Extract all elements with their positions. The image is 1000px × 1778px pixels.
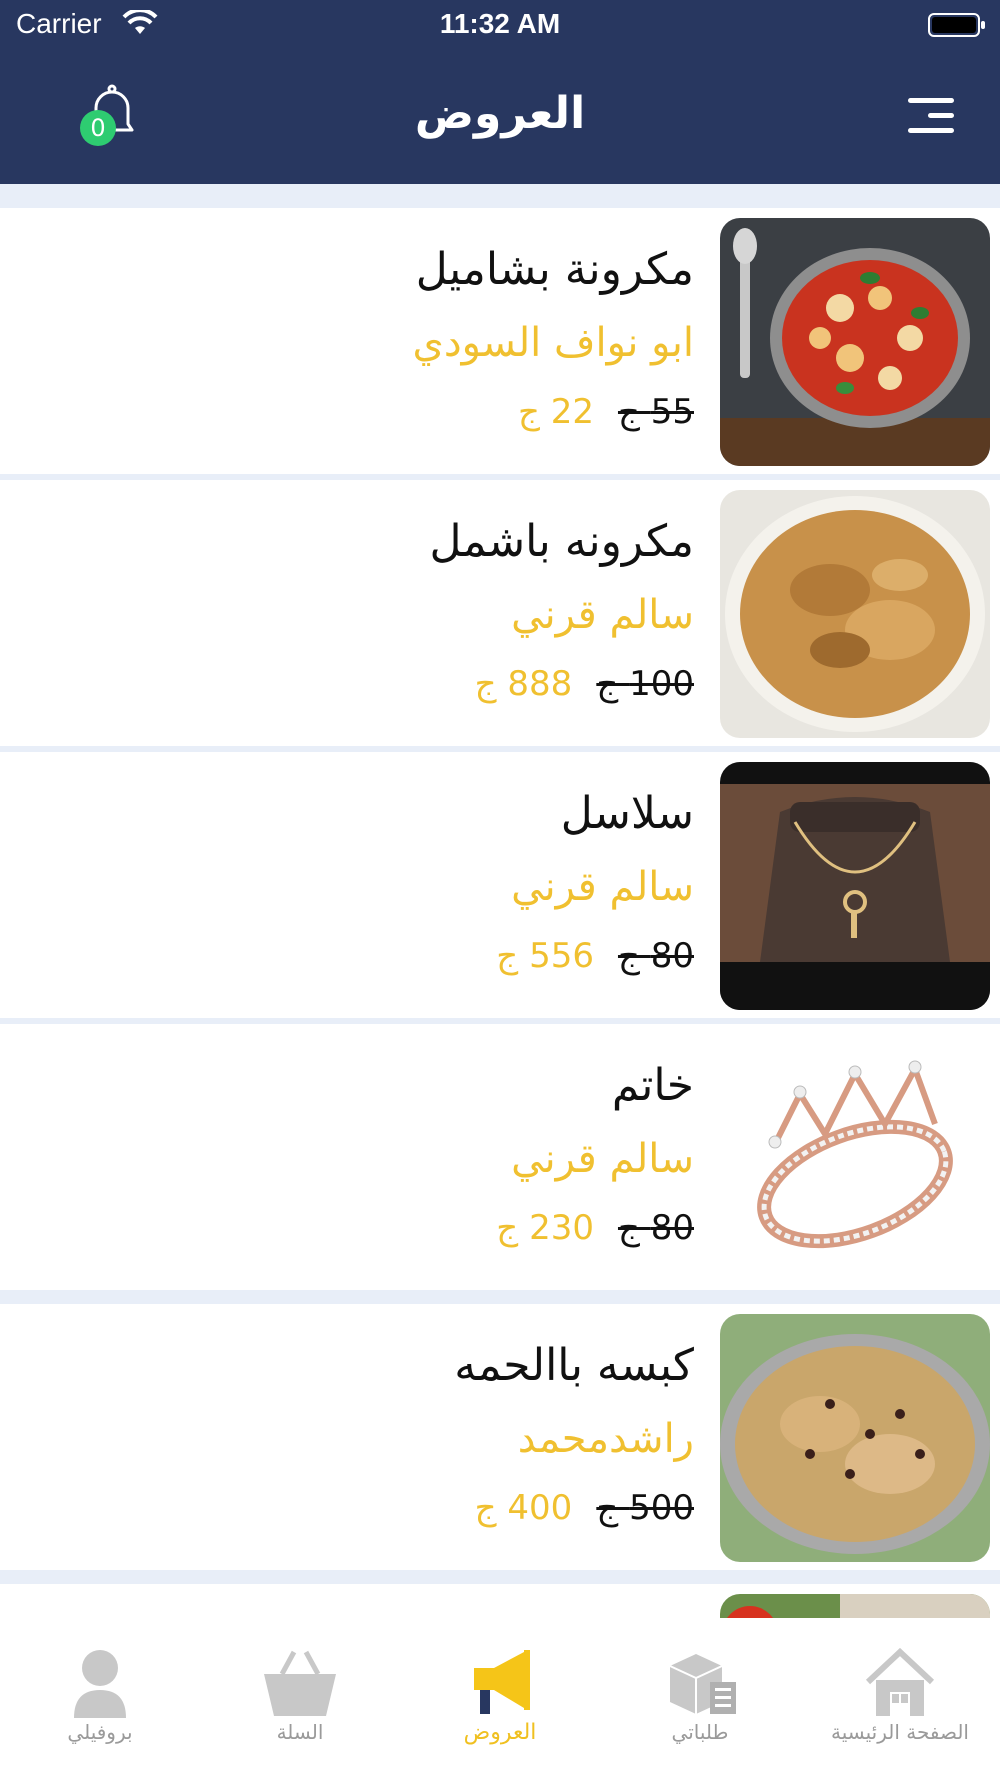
- status-bar: Carrier 11:32 AM: [0, 0, 1000, 50]
- offer-card[interactable]: كبسه باالحمه راشدمحمد 500 ج 400 ج: [0, 1304, 1000, 1570]
- status-time: 11:32 AM: [439, 8, 561, 39]
- offer-prices: 500 ج 400 ج: [475, 1488, 694, 1528]
- offer-seller: سالم قرني: [511, 592, 694, 638]
- offer-image-necklace: [720, 762, 990, 1010]
- offer-name: خاتم: [611, 1060, 694, 1111]
- bottom-tab-bar: بروفيلي السلة العروض طلباتي الصفحة الرئي…: [0, 1618, 1000, 1778]
- old-price: 55 ج: [617, 392, 694, 432]
- tab-cart-label: السلة: [276, 1720, 324, 1744]
- tab-profile-label: بروفيلي: [67, 1720, 133, 1744]
- tab-cart[interactable]: السلة: [200, 1646, 400, 1756]
- offer-card[interactable]: مكرونة بشاميل ابو نواف السودي 55 ج 22 ج: [0, 208, 1000, 474]
- home-icon: [865, 1647, 935, 1716]
- offer-prices: 55 ج 22 ج: [518, 392, 694, 432]
- offer-seller: ابو نواف السودي: [412, 320, 694, 366]
- offers-list[interactable]: مكرونة بشاميل ابو نواف السودي 55 ج 22 ج: [0, 206, 1000, 1618]
- offer-image-baked-pasta: [720, 490, 990, 738]
- offer-prices: 80 ج 556 ج: [496, 936, 694, 976]
- app-header: Carrier 11:32 AM العروض 0: [0, 0, 1000, 184]
- offer-image-partial: [720, 1594, 990, 1618]
- offer-name: كبسه باالحمه: [454, 1340, 694, 1391]
- offer-card[interactable]: خاتم سالم قرني 80 ج 230 ج: [0, 1024, 1000, 1290]
- offer-seller: راشدمحمد: [517, 1416, 694, 1462]
- old-price: 80 ج: [617, 936, 694, 976]
- new-price: 400 ج: [474, 1488, 573, 1528]
- tab-orders-label: طلباتي: [671, 1720, 729, 1744]
- menu-icon[interactable]: [906, 96, 956, 136]
- profile-icon: [74, 1650, 126, 1718]
- offer-card[interactable]: مكرونه باشمل سالم قرني 100 ج 888 ج: [0, 480, 1000, 746]
- new-price: 888 ج: [474, 664, 573, 704]
- offer-seller: سالم قرني: [511, 1136, 694, 1182]
- tab-offers[interactable]: العروض: [400, 1646, 600, 1756]
- offer-prices: 80 ج 230 ج: [496, 1208, 694, 1248]
- tab-home-label: الصفحة الرئيسية: [831, 1720, 969, 1744]
- offers-screen: Carrier 11:32 AM العروض 0 مكرونة بشاميل …: [0, 0, 1000, 1778]
- offer-seller: سالم قرني: [511, 864, 694, 910]
- orders-box-icon: [669, 1654, 736, 1714]
- new-price: 230 ج: [496, 1208, 594, 1248]
- basket-icon: [264, 1650, 336, 1716]
- new-price: 556 ج: [496, 936, 594, 976]
- offer-image-pasta-casserole: [720, 218, 990, 466]
- offer-prices: 100 ج 888 ج: [475, 664, 694, 704]
- offer-card-partial[interactable]: [0, 1584, 1000, 1618]
- tab-home[interactable]: الصفحة الرئيسية: [800, 1646, 1000, 1756]
- offer-name: سلاسل: [560, 788, 694, 839]
- battery-icon: [928, 13, 985, 37]
- offer-image-kabsa: [720, 1314, 990, 1562]
- offer-name: مكرونه باشمل: [429, 516, 695, 567]
- old-price: 500 ج: [596, 1488, 694, 1528]
- old-price: 80 ج: [617, 1208, 694, 1248]
- offer-name: مكرونة بشاميل: [415, 244, 694, 295]
- tab-offers-label: العروض: [463, 1720, 537, 1745]
- offer-image-crown-ring: [720, 1034, 990, 1282]
- megaphone-icon: [474, 1650, 530, 1714]
- page-title: العروض: [414, 88, 586, 139]
- old-price: 100 ج: [596, 664, 694, 704]
- notifications-button[interactable]: 0: [78, 84, 138, 148]
- tab-profile[interactable]: بروفيلي: [0, 1646, 200, 1756]
- new-price: 22 ج: [517, 392, 594, 432]
- notification-badge: 0: [80, 110, 116, 146]
- offer-card[interactable]: سلاسل سالم قرني 80 ج 556 ج: [0, 752, 1000, 1018]
- tab-orders[interactable]: طلباتي: [600, 1646, 800, 1756]
